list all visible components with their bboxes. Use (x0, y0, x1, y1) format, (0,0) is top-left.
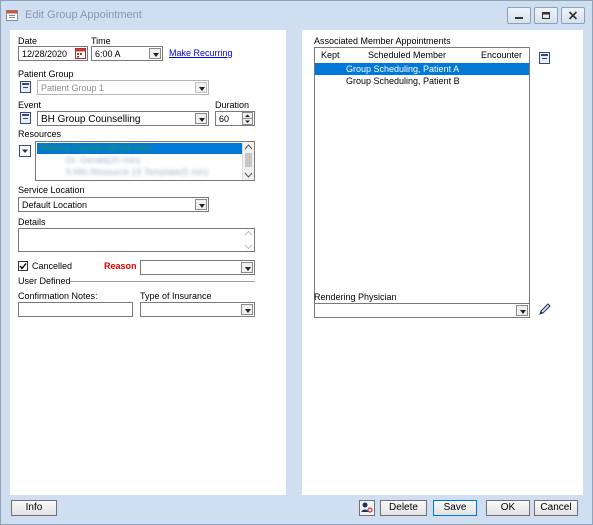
window-title: Edit Group Appointment (25, 9, 142, 21)
event-select[interactable]: BH Group Counselling (37, 111, 209, 126)
info-button[interactable]: Info (11, 500, 57, 516)
time-label: Time (91, 36, 111, 46)
insurance-label: Type of Insurance (140, 291, 212, 301)
resource-item[interactable]: 5 Min Resource 15 Template(5 min) (66, 167, 208, 177)
left-panel: Date 12/28/2020 Time 6:00 A Make Recurri… (10, 30, 286, 495)
service-location-select[interactable]: Default Location (18, 197, 209, 212)
delete-button[interactable]: Delete (380, 500, 427, 516)
date-label: Date (18, 36, 38, 46)
maximize-icon (542, 12, 550, 19)
event-lookup-icon[interactable] (20, 112, 31, 124)
spinner-icon[interactable] (242, 112, 253, 125)
associated-appointments-label: Associated Member Appointments (314, 36, 451, 46)
make-recurring-link[interactable]: Make Recurring (169, 48, 233, 58)
resources-dropdown-icon[interactable] (19, 145, 31, 157)
associated-appointments-grid[interactable]: Kept Scheduled Member Encounter Group Sc… (314, 47, 530, 315)
chevron-down-icon[interactable] (516, 305, 528, 316)
table-row[interactable]: Group Scheduling, Patient A (315, 63, 529, 75)
pen-icon[interactable] (538, 302, 552, 316)
user-defined-label: User Defined (18, 276, 71, 286)
save-button[interactable]: Save (433, 500, 477, 516)
member-cell: Group Scheduling, Patient A (346, 64, 460, 74)
cancelled-label: Cancelled (32, 261, 73, 271)
column-encounter[interactable]: Encounter (481, 50, 522, 60)
close-button[interactable] (561, 7, 585, 24)
table-row[interactable]: Group Scheduling, Patient B (315, 75, 529, 87)
time-select[interactable]: 6:00 A (91, 46, 163, 61)
time-value: 6:00 A (95, 49, 121, 59)
maximize-button[interactable] (534, 7, 558, 24)
appointment-lookup-icon[interactable] (539, 52, 550, 64)
resources-scrollbar[interactable] (242, 142, 254, 180)
close-icon (568, 11, 578, 20)
minimize-icon (515, 17, 523, 19)
chevron-down-icon[interactable] (195, 113, 207, 124)
app-icon (6, 10, 18, 21)
event-value: BH Group Counselling (41, 114, 141, 125)
date-field[interactable]: 12/28/2020 (18, 46, 88, 61)
rendering-physician-select[interactable] (314, 303, 530, 318)
scroll-up-icon[interactable] (244, 144, 253, 150)
user-search-icon[interactable] (359, 500, 375, 516)
chevron-down-icon[interactable] (149, 48, 161, 59)
scroll-thumb[interactable] (245, 153, 252, 167)
details-textarea[interactable] (18, 228, 255, 252)
service-location-value: Default Location (22, 200, 88, 210)
confirmation-notes-input[interactable] (18, 302, 133, 317)
right-panel: Associated Member Appointments Kept Sche… (302, 30, 583, 495)
resource-item[interactable]: Patricia Charles NP(20 min) (40, 143, 152, 153)
column-scheduled-member[interactable]: Scheduled Member (368, 50, 446, 60)
confirmation-notes-label: Confirmation Notes: (18, 291, 98, 301)
reason-label: Reason (104, 261, 137, 271)
chevron-down-icon[interactable] (241, 262, 253, 273)
chevron-down-icon[interactable] (195, 82, 207, 93)
cancelled-checkbox[interactable] (18, 261, 28, 271)
minimize-button[interactable] (507, 7, 531, 24)
patient-group-value: Patient Group 1 (41, 83, 105, 93)
date-value: 12/28/2020 (22, 49, 68, 59)
column-kept[interactable]: Kept (321, 50, 340, 60)
details-label: Details (18, 217, 46, 227)
chevron-down-icon[interactable] (195, 199, 207, 210)
rendering-physician-label: Rendering Physician (314, 292, 397, 302)
cancel-button[interactable]: Cancel (534, 500, 578, 516)
patient-group-select[interactable]: Patient Group 1 (37, 80, 209, 95)
insurance-select[interactable] (140, 302, 255, 317)
calendar-icon[interactable] (75, 48, 86, 59)
resource-item[interactable]: Dr. Gerald(20 min) (66, 155, 140, 165)
details-scroll-icon[interactable] (244, 230, 253, 250)
reason-select[interactable] (140, 260, 255, 275)
title-bar: Edit Group Appointment (1, 1, 592, 29)
event-label: Event (18, 100, 42, 110)
resources-list[interactable]: Patricia Charles NP(20 min) Dr. Gerald(2… (35, 141, 255, 181)
duration-value: 60 (219, 114, 230, 124)
scroll-down-icon[interactable] (244, 172, 253, 178)
resources-label: Resources (18, 129, 62, 139)
patient-group-label: Patient Group (18, 69, 74, 79)
chevron-down-icon[interactable] (241, 304, 253, 315)
ok-button[interactable]: OK (486, 500, 530, 516)
edit-group-appointment-window: Edit Group Appointment Date 12/28/2020 T… (0, 0, 593, 525)
service-location-label: Service Location (18, 185, 85, 195)
patient-group-lookup-icon[interactable] (20, 81, 31, 93)
duration-stepper[interactable]: 60 (215, 111, 255, 126)
member-cell: Group Scheduling, Patient B (346, 76, 460, 86)
user-defined-divider (70, 281, 255, 282)
duration-label: Duration (215, 100, 250, 110)
